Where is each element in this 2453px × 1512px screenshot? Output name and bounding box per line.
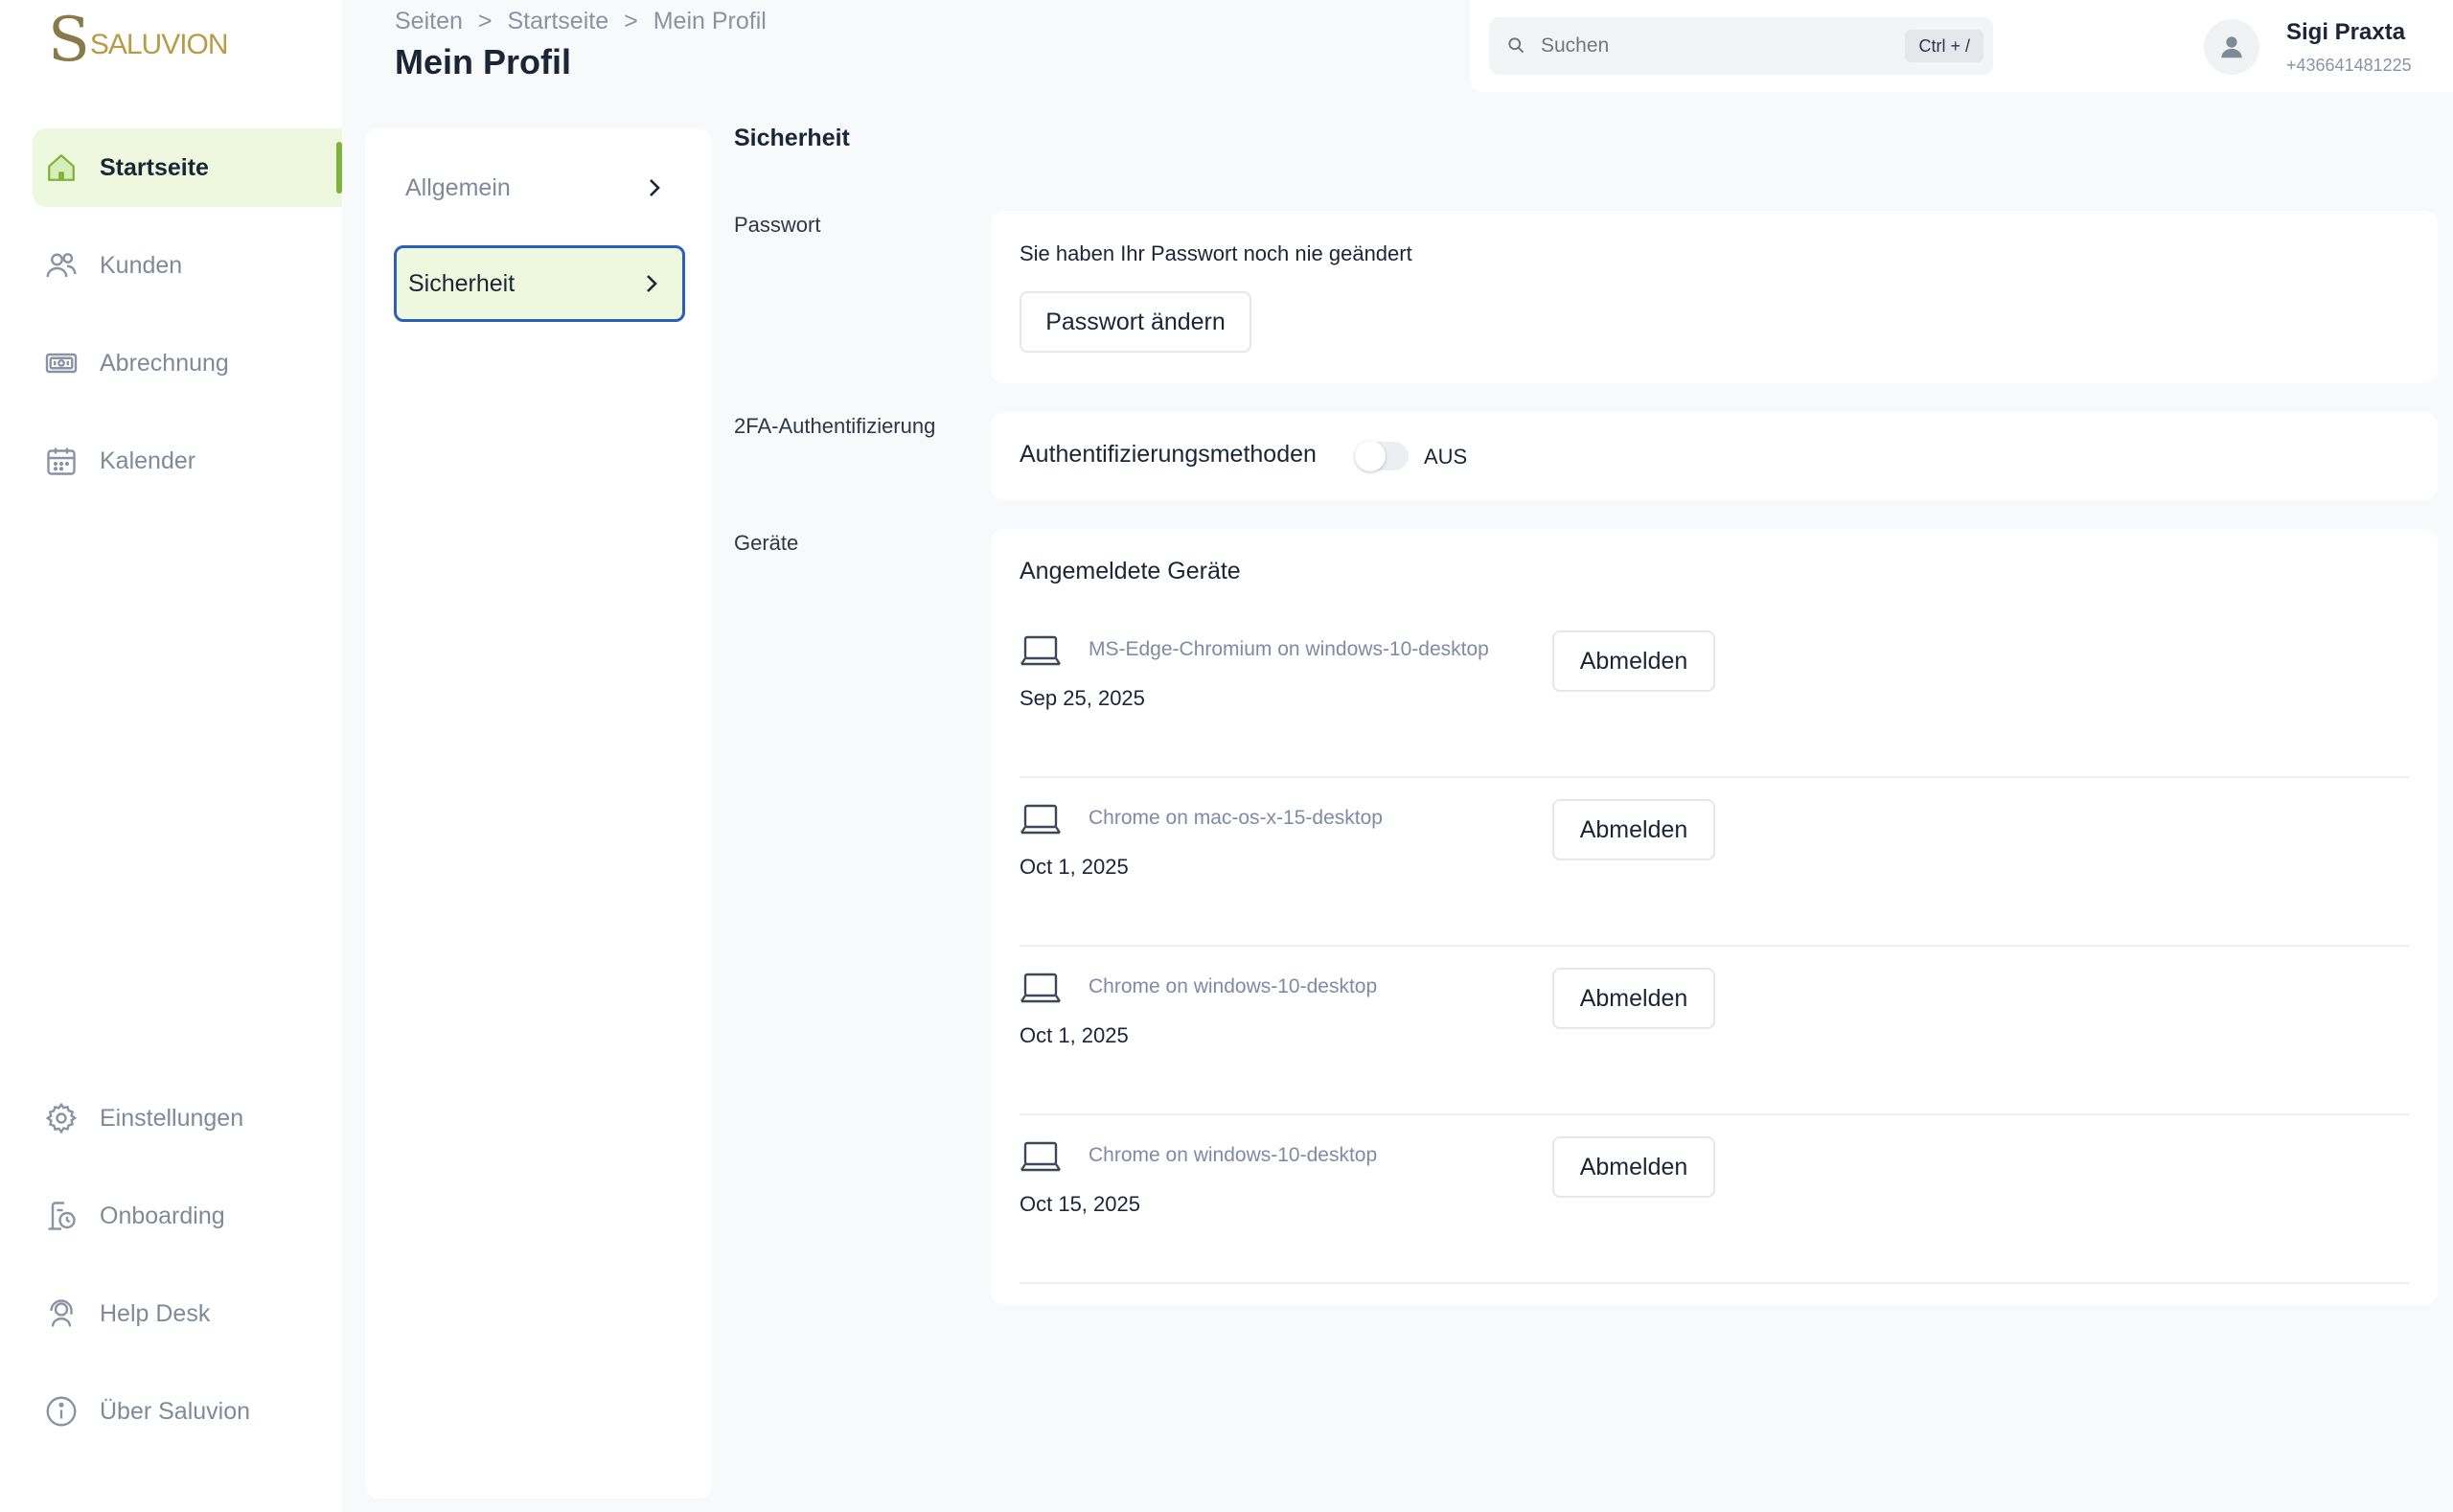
device-date: Oct 1, 2025 <box>1020 855 1129 879</box>
sidebar-item-label: Kalender <box>100 447 196 474</box>
device-name: Chrome on windows-10-desktop <box>1089 1144 1378 1166</box>
headset-icon <box>42 1294 80 1333</box>
twofa-methods-label: Authentifizierungsmethoden <box>1020 441 1317 468</box>
logo-letter: S <box>48 5 90 76</box>
password-status-text: Sie haben Ihr Passwort noch nie geändert <box>1020 241 1412 265</box>
sidebar-item-label: Kunden <box>100 251 183 279</box>
sidebar-item-label: Startseite <box>100 153 209 181</box>
topbar: Ctrl + / Sigi Praxta +436641481225 <box>1470 0 2453 92</box>
device-date: Oct 1, 2025 <box>1020 1023 1129 1047</box>
logo-text: SALUVION <box>89 29 229 60</box>
devices-card: Angemeldete Geräte MS-Edge-Chromium on w… <box>991 529 2438 1305</box>
section-title: Sicherheit <box>734 125 850 151</box>
profile-menu-label: Allgemein <box>405 173 511 201</box>
sidebar-item-help-desk[interactable]: Help Desk <box>33 1274 342 1353</box>
breadcrumb-separator: > <box>624 8 638 34</box>
device-name: Chrome on mac-os-x-15-desktop <box>1089 807 1383 829</box>
laptop-icon <box>1020 635 1061 666</box>
calendar-icon <box>42 442 80 480</box>
logout-device-button[interactable]: Abmelden <box>1552 968 1715 1029</box>
profile-menu-label: Sicherheit <box>408 269 516 297</box>
saluvion-logo[interactable]: S SALUVION <box>48 5 229 76</box>
user-name: Sigi Praxta <box>2286 19 2406 45</box>
breadcrumb-startseite[interactable]: Startseite <box>508 8 609 35</box>
chevron-right-icon <box>647 275 657 292</box>
devices-label: Geräte <box>734 531 799 555</box>
search-icon <box>1506 35 1527 57</box>
twofa-label: 2FA-Authentifizierung <box>734 414 936 438</box>
twofa-toggle-state: AUS <box>1424 445 1468 469</box>
device-date: Sep 25, 2025 <box>1020 686 1145 710</box>
sidebar-item-kunden[interactable]: Kunden <box>33 226 342 305</box>
sidebar-item-label: Help Desk <box>100 1299 211 1327</box>
logout-device-button[interactable]: Abmelden <box>1552 799 1715 860</box>
password-label: Passwort <box>734 213 821 237</box>
home-icon <box>42 149 80 187</box>
device-item: Chrome on windows-10-desktop Oct 15, 202… <box>1020 1115 2409 1284</box>
logout-device-button[interactable]: Abmelden <box>1552 1136 1715 1198</box>
device-name: Chrome on windows-10-desktop <box>1089 975 1378 997</box>
sidebar-item-abrechnung[interactable]: Abrechnung <box>33 324 342 402</box>
password-card: Sie haben Ihr Passwort noch nie geändert… <box>991 211 2438 383</box>
sidebar-item-label: Onboarding <box>100 1202 225 1229</box>
sidebar-item-label: Einstellungen <box>100 1104 244 1132</box>
page-title: Mein Profil <box>395 42 572 81</box>
search-input[interactable] <box>1541 34 1905 57</box>
twofa-toggle[interactable] <box>1355 441 1409 471</box>
info-icon <box>42 1392 80 1431</box>
device-item: Chrome on windows-10-desktop Oct 1, 2025… <box>1020 947 2409 1115</box>
sidebar-item-ueber-saluvion[interactable]: Über Saluvion <box>33 1372 342 1451</box>
profile-menu-allgemein[interactable]: Allgemein <box>394 149 685 226</box>
laptop-icon <box>1020 973 1061 1003</box>
search-box[interactable]: Ctrl + / <box>1489 17 1993 75</box>
breadcrumb: Seiten > Startseite > Mein Profil <box>395 8 767 35</box>
onboarding-icon <box>42 1197 80 1235</box>
chevron-right-icon <box>650 179 660 196</box>
users-icon <box>42 246 80 285</box>
sidebar-item-startseite[interactable]: Startseite <box>33 128 342 207</box>
sidebar-item-kalender[interactable]: Kalender <box>33 422 342 500</box>
laptop-icon <box>1020 804 1061 835</box>
billing-icon <box>42 344 80 382</box>
breadcrumb-seiten[interactable]: Seiten <box>395 8 463 35</box>
sidebar-item-label: Abrechnung <box>100 349 229 377</box>
device-name: MS-Edge-Chromium on windows-10-desktop <box>1089 638 1489 660</box>
change-password-button[interactable]: Passwort ändern <box>1020 291 1251 353</box>
sidebar-item-onboarding[interactable]: Onboarding <box>33 1177 342 1255</box>
device-item: Chrome on mac-os-x-15-desktop Oct 1, 202… <box>1020 778 2409 947</box>
breadcrumb-current: Mein Profil <box>653 8 767 34</box>
devices-title: Angemeldete Geräte <box>1020 558 1241 584</box>
sidebar-item-label: Über Saluvion <box>100 1397 251 1425</box>
sidebar: S SALUVION Startseite Kunden Abrechnung <box>0 0 342 1512</box>
twofa-card: Authentifizierungsmethoden AUS <box>991 412 2438 500</box>
gear-icon <box>42 1099 80 1137</box>
sidebar-item-einstellungen[interactable]: Einstellungen <box>33 1079 342 1157</box>
user-phone: +436641481225 <box>2286 56 2412 75</box>
device-date: Oct 15, 2025 <box>1020 1192 1140 1216</box>
device-item: MS-Edge-Chromium on windows-10-desktop S… <box>1020 609 2409 778</box>
toggle-knob <box>1355 441 1386 471</box>
laptop-icon <box>1020 1141 1061 1172</box>
profile-menu-sicherheit[interactable]: Sicherheit <box>394 245 685 322</box>
user-icon <box>2221 36 2242 58</box>
search-shortcut-badge: Ctrl + / <box>1905 30 1983 62</box>
breadcrumb-separator: > <box>477 8 493 34</box>
avatar[interactable] <box>2204 19 2259 75</box>
profile-menu: Allgemein Sicherheit <box>365 128 712 1499</box>
logout-device-button[interactable]: Abmelden <box>1552 630 1715 692</box>
